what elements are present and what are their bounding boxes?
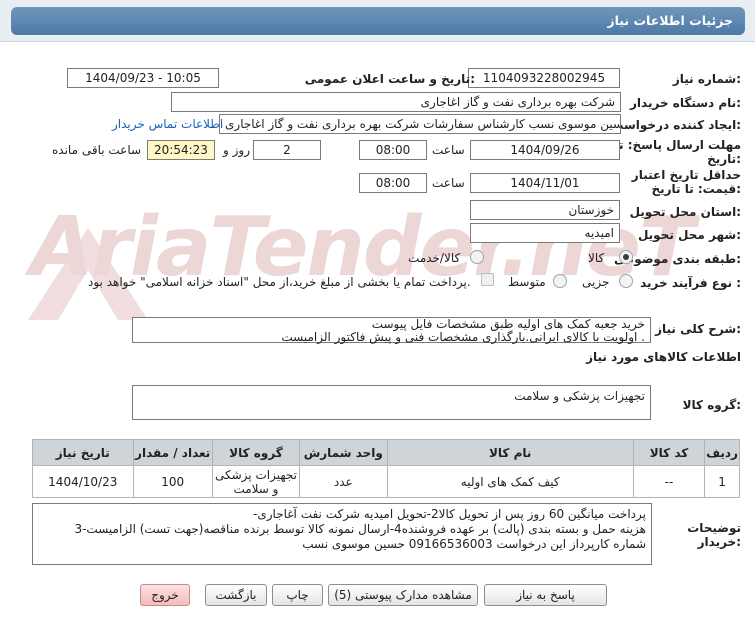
remaining-time-label: ساعت باقی مانده [52,143,142,157]
cell-need-date: 1404/10/23 [32,465,134,498]
reply-deadline-label: مهلت ارسال پاسخ: تا [614,138,742,152]
goods-group-label: گروه کالا: [682,398,741,412]
buyer-org-label: نام دستگاه خریدار: [630,96,741,110]
announce-datetime-label: تاریخ و ساعت اعلان عمومی: [304,72,475,86]
category-option-goods: کالا [588,251,605,265]
purchase-radio-minor[interactable] [619,274,633,288]
treasury-note: پرداخت تمام یا بخشی از مبلغ خرید،از محل … [88,275,471,289]
purchase-option-medium: متوسط [508,275,546,289]
attachments-button[interactable]: مشاهده مدارک پیوستی (5) [328,584,478,606]
delivery-province-label: استان محل تحویل: [629,205,741,219]
cell-goods-name: کیف کمک های اولیه [386,465,634,498]
reply-button[interactable]: پاسخ به نیاز [484,584,607,606]
exit-button[interactable]: خروج [140,584,190,606]
purchase-option-minor: جزیی [582,275,610,289]
category-option-goods-service: کالا/خدمت [408,251,461,265]
cell-goods-code: -- [632,465,706,498]
goods-info-title: اطلاعات کالاهای مورد نیاز [586,350,741,364]
goods-table: تاریخ نیاز تعداد / مقدار گروه کالا واحد … [32,439,740,498]
category-radio-goods-service[interactable] [470,250,484,264]
header-bar: جزئیات اطلاعات نیاز [0,0,755,42]
reply-days-label: روز و [223,143,250,157]
summary-line-2: اولویت با کالای ایرانی.بارگذاری مشخصات ف… [281,330,645,344]
buyer-org-field: شرکت بهره برداری نفت و گاز اغاجاری [171,92,621,112]
need-number-label: شماره نیاز: [672,72,741,86]
buyer-notes-line-2: 3-هزینه حمل و بسته بندی (پالت) بر عهده ف… [74,522,646,536]
goods-group-field: تجهیزات پزشکی و سلامت [132,385,651,420]
price-validity-label: حداقل تاریخ اعتبار [631,168,741,182]
print-button[interactable]: چاپ [272,584,323,606]
category-label: طبقه بندی موضوعی: [613,252,741,266]
delivery-city-label: شهر محل تحویل: [637,228,741,242]
col-unit: واحد شمارش [299,439,388,466]
col-goods-group: گروه کالا [211,439,301,466]
cell-unit: عدد [299,465,388,498]
buyer-notes-field: -پرداخت میانگین 60 روز پس از تحویل کالا2… [32,503,652,565]
requester-label: ایجاد کننده درخواست: [611,118,741,132]
col-goods-name: نام کالا [386,439,634,466]
cell-goods-group: تجهیزات پزشکی و سلامت [211,465,301,498]
page-title: جزئیات اطلاعات نیاز [11,7,745,35]
col-quantity: تعداد / مقدار [132,439,213,466]
requester-field: حسین موسوی نسب کارشناس سفارشات شرکت بهره… [219,114,621,134]
reply-deadline-label-2: تاریخ: [707,152,741,166]
price-validity-time: 08:00 [359,173,427,193]
need-number-field: 1104093228002945 [468,68,620,88]
buyer-notes-line-1: -پرداخت میانگین 60 روز پس از تحویل کالا2… [253,507,646,521]
reply-days-field: 2 [253,140,321,160]
announce-datetime-field: 1404/09/23 - 10:05 [67,68,219,88]
col-row: ردیف [704,439,740,466]
summary-label: شرح کلی نیاز: [655,322,741,336]
reply-deadline-time-label: ساعت [432,143,465,157]
delivery-city-field: امیدیه [470,223,620,243]
cell-quantity: 100 [132,465,213,498]
price-validity-date: 1404/11/01 [470,173,620,193]
remaining-time-field: 20:54:23 [147,140,215,160]
col-goods-code: کد کالا [632,439,706,466]
cell-row: 1 [704,465,740,498]
summary-field: خرید جعبه کمک های اولیه طبق مشخصات فایل … [132,317,651,344]
reply-deadline-date: 1404/09/26 [470,140,620,160]
buyer-notes-label-2: خریدار: [697,535,741,549]
reply-deadline-time: 08:00 [359,140,427,160]
col-need-date: تاریخ نیاز [32,439,134,466]
back-button[interactable]: بازگشت [205,584,267,606]
category-radio-goods[interactable] [619,250,633,264]
price-validity-time-label: ساعت [432,176,465,190]
purchase-radio-medium[interactable] [553,274,567,288]
table-header-row: تاریخ نیاز تعداد / مقدار گروه کالا واحد … [32,439,740,466]
buyer-notes-line-3: شماره کارپرداز این درخواست 09166536003 ح… [302,537,646,551]
buyer-contact-link[interactable]: اطلاعات تماس خریدار [112,117,223,131]
buyer-notes-label: توضیحات [687,521,741,535]
purchase-type-label: نوع فرآیند خرید : [640,276,741,290]
treasury-checkbox[interactable] [481,273,494,286]
delivery-province-field: خوزستان [470,200,620,220]
price-validity-label-2: قیمت: تا تاریخ: [651,182,741,196]
table-row: 1404/10/23 100 تجهیزات پزشکی و سلامت عدد… [32,465,740,498]
